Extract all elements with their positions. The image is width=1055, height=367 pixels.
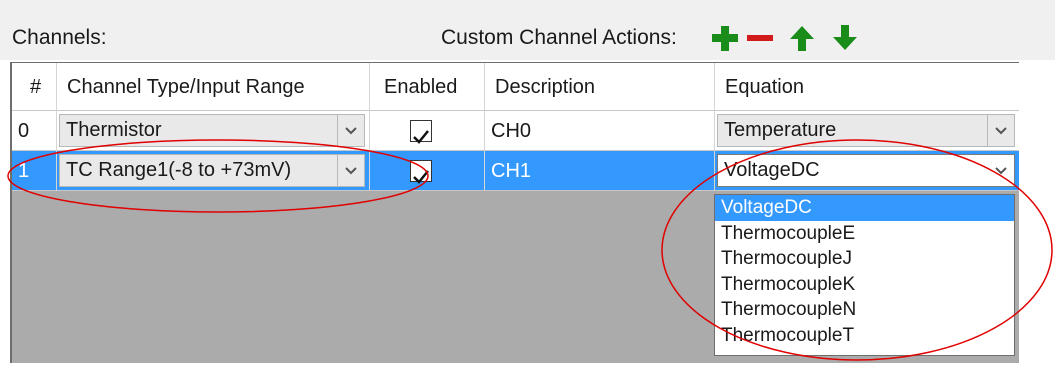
equation-dropdown[interactable]: Temperature [717, 114, 1015, 147]
channel-type-cell: TC Range1(-8 to +73mV) [57, 151, 370, 191]
enabled-cell [370, 111, 485, 151]
toolbar: Channels: Custom Channel Actions: [0, 0, 1055, 60]
description-cell[interactable]: CH1 [485, 151, 715, 191]
column-header-channel-type[interactable]: Channel Type/Input Range [57, 63, 370, 111]
column-header-equation[interactable]: Equation [715, 63, 1019, 111]
table-row-selected[interactable]: 1 TC Range1(-8 to +73mV) CH1 VoltageDC [12, 151, 1019, 191]
chevron-down-icon [987, 115, 1014, 146]
arrow-down-icon [833, 25, 857, 50]
channel-type-dropdown[interactable]: Thermistor [59, 114, 365, 147]
channel-type-cell: Thermistor [57, 111, 370, 151]
arrow-up-icon [790, 26, 814, 51]
equation-value: Temperature [724, 119, 837, 141]
column-header-index[interactable]: # [12, 63, 57, 111]
equation-cell: Temperature [715, 111, 1019, 151]
enabled-checkbox[interactable] [410, 160, 432, 184]
plus-icon [712, 26, 738, 51]
dropdown-option[interactable]: ThermocoupleE [715, 221, 1014, 247]
row-index: 0 [12, 111, 57, 151]
column-header-enabled[interactable]: Enabled [370, 63, 485, 111]
dropdown-option[interactable]: ThermocoupleK [715, 272, 1014, 298]
equation-dropdown-list: VoltageDC ThermocoupleE ThermocoupleJ Th… [714, 194, 1015, 356]
enabled-cell [370, 151, 485, 191]
minus-icon [747, 35, 773, 41]
equation-cell: VoltageDC [715, 151, 1019, 191]
description-cell[interactable]: CH0 [485, 111, 715, 151]
chevron-down-icon [988, 155, 1014, 186]
channel-type-dropdown[interactable]: TC Range1(-8 to +73mV) [59, 154, 365, 187]
channels-label: Channels: [12, 26, 107, 49]
table-row[interactable]: 0 Thermistor CH0 Temperature [12, 111, 1019, 151]
custom-channel-actions-label: Custom Channel Actions: [441, 26, 677, 49]
dropdown-option[interactable]: VoltageDC [715, 195, 1014, 221]
enabled-checkbox[interactable] [410, 120, 432, 144]
checkmark-icon [413, 170, 429, 184]
equation-value: VoltageDC [724, 159, 820, 181]
dropdown-option[interactable]: ThermocoupleN [715, 297, 1014, 323]
column-header-description[interactable]: Description [485, 63, 715, 111]
chevron-down-icon [337, 155, 364, 186]
equation-dropdown-open[interactable]: VoltageDC [717, 154, 1015, 187]
row-index: 1 [12, 151, 57, 191]
move-up-button[interactable] [786, 22, 818, 54]
chevron-down-icon [337, 115, 364, 146]
dropdown-option[interactable]: ThermocoupleT [715, 323, 1014, 349]
add-channel-button[interactable] [709, 22, 741, 54]
checkmark-icon [413, 130, 429, 144]
remove-channel-button[interactable] [744, 22, 776, 54]
channel-type-value: TC Range1(-8 to +73mV) [66, 159, 292, 181]
channel-type-value: Thermistor [66, 119, 162, 141]
move-down-button[interactable] [829, 22, 861, 54]
dropdown-option[interactable]: ThermocoupleJ [715, 246, 1014, 272]
